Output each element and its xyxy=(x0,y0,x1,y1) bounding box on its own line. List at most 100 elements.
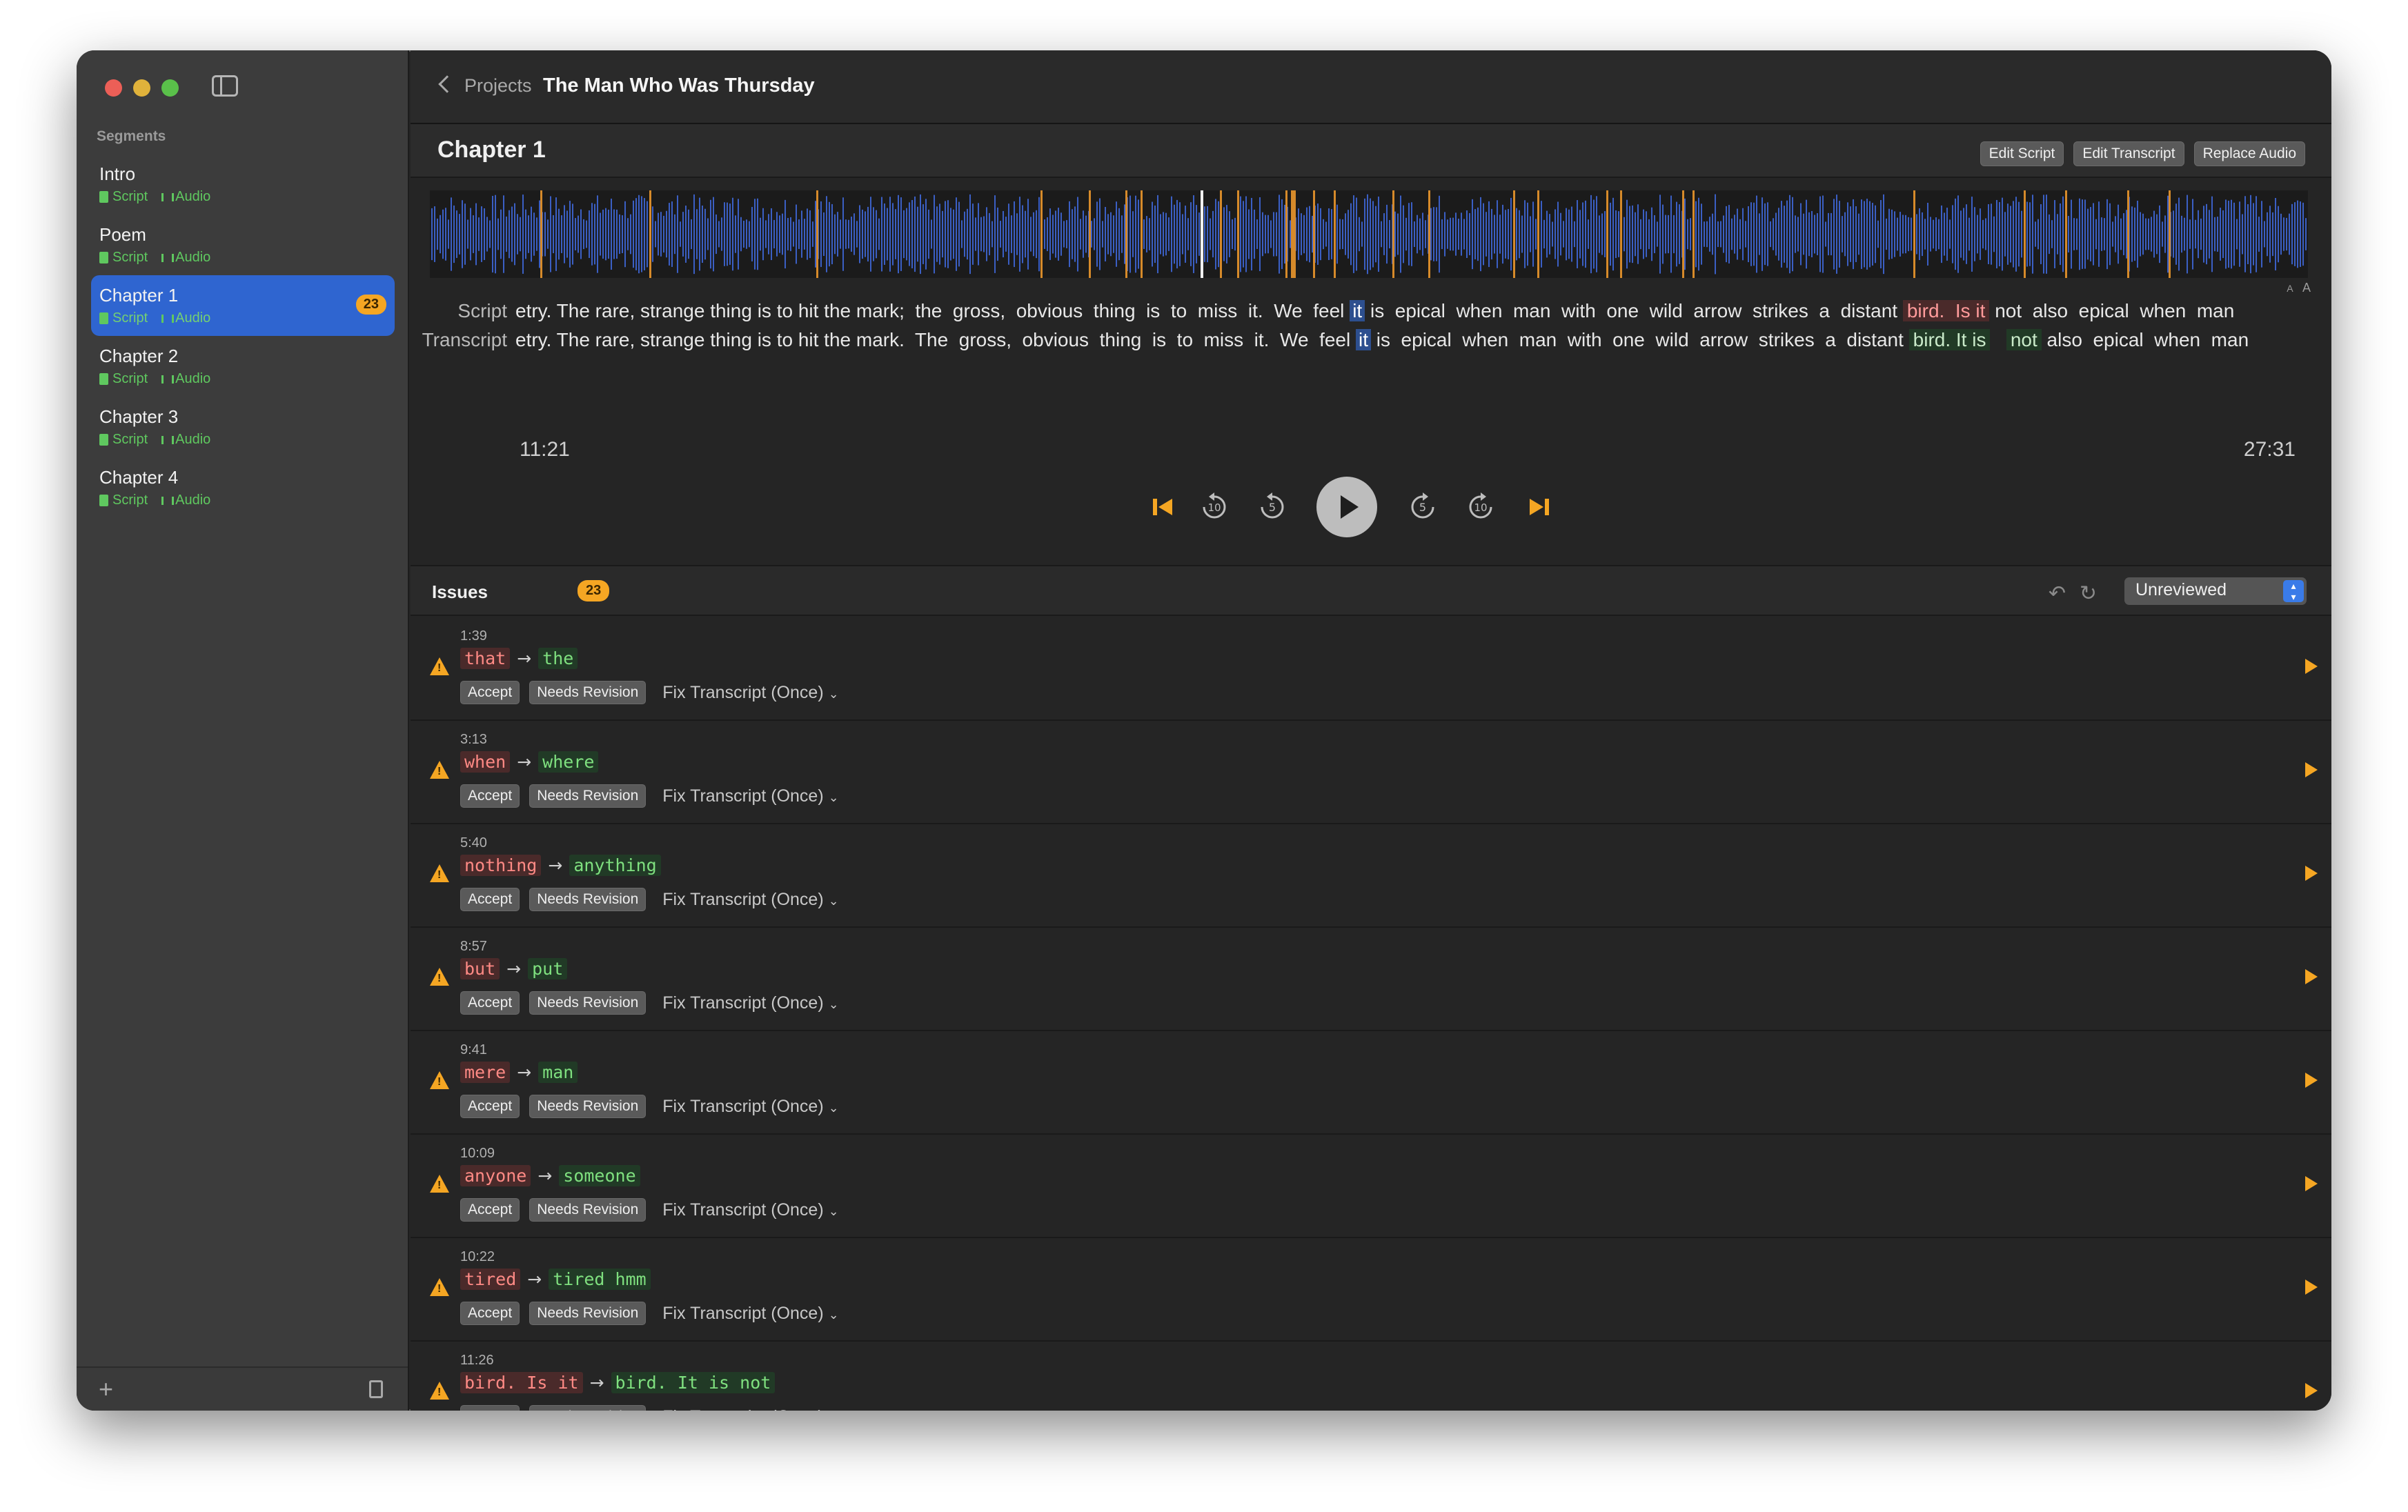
script-diff[interactable]: bird. Is it xyxy=(1902,300,1990,321)
document-icon[interactable] xyxy=(369,1380,383,1398)
replace-audio-button[interactable]: Replace Audio xyxy=(2193,141,2305,166)
transcript-diff[interactable]: bird. It is xyxy=(1908,329,1991,350)
accept-button[interactable]: Accept xyxy=(460,681,520,704)
issue-row[interactable]: 5:40 nothing → anything Accept Needs Rev… xyxy=(411,824,2331,928)
segment-item-intro[interactable]: Intro Script Audio xyxy=(91,154,395,215)
segment-item-chapter-3[interactable]: Chapter 3 Script Audio xyxy=(91,397,395,457)
rewind-5-icon[interactable]: 5 xyxy=(1255,490,1290,524)
script-icon xyxy=(99,191,108,203)
breadcrumb-projects[interactable]: Projects xyxy=(464,75,532,97)
play-issue-icon[interactable] xyxy=(2305,762,2318,777)
chevron-left-icon[interactable] xyxy=(438,75,456,93)
needs-revision-button[interactable]: Needs Revision xyxy=(529,991,647,1015)
forward-10-label: 10 xyxy=(1474,501,1487,514)
arrow-right-icon: → xyxy=(517,752,532,772)
fix-transcript-menu[interactable]: Fix Transcript (Once) ⌄ xyxy=(662,890,838,910)
fix-transcript-menu[interactable]: Fix Transcript (Once) ⌄ xyxy=(662,993,838,1013)
play-issue-icon[interactable] xyxy=(2305,969,2318,984)
sidebar-toggle-icon[interactable] xyxy=(212,75,238,97)
zoom-window-button[interactable] xyxy=(161,79,179,97)
transcript-diff-2[interactable]: not xyxy=(2006,329,2042,350)
forward-10-icon[interactable]: 10 xyxy=(1463,490,1498,524)
issue-row[interactable]: 8:57 but → put Accept Needs Revision Fix… xyxy=(411,928,2331,1031)
issue-time: 8:57 xyxy=(460,939,487,954)
accept-button[interactable]: Accept xyxy=(460,784,520,808)
needs-revision-button[interactable]: Needs Revision xyxy=(529,888,647,911)
accept-button[interactable]: Accept xyxy=(460,991,520,1015)
forward-5-icon[interactable]: 5 xyxy=(1405,490,1440,524)
fix-transcript-menu[interactable]: Fix Transcript (Once) ⌄ xyxy=(662,1304,838,1324)
issues-title: Issues xyxy=(432,581,488,602)
script-tag: Script xyxy=(112,432,148,447)
arrow-right-icon: → xyxy=(506,959,522,979)
edit-transcript-button[interactable]: Edit Transcript xyxy=(2073,141,2184,166)
plus-icon[interactable]: + xyxy=(99,1375,113,1404)
accept-button[interactable]: Accept xyxy=(460,888,520,911)
minimize-window-button[interactable] xyxy=(133,79,150,97)
rewind-10-icon[interactable]: 10 xyxy=(1197,490,1232,524)
issue-actions: Accept Needs Revision Fix Transcript (On… xyxy=(460,1405,839,1411)
undo-icon[interactable]: ↶ xyxy=(2049,581,2066,606)
edit-script-button[interactable]: Edit Script xyxy=(1980,141,2064,166)
text-size-small-button[interactable]: A xyxy=(2287,283,2293,294)
play-issue-icon[interactable] xyxy=(2305,866,2318,881)
issue-from-text: bird. Is it xyxy=(460,1372,583,1393)
fix-transcript-menu[interactable]: Fix Transcript (Once) ⌄ xyxy=(662,786,838,806)
chevron-down-icon: ⌄ xyxy=(828,997,839,1011)
audio-tag: Audio xyxy=(175,493,211,508)
issue-row[interactable]: 3:13 when → where Accept Needs Revision … xyxy=(411,721,2331,824)
audio-waveform[interactable] xyxy=(430,190,2308,278)
issue-to-text: man xyxy=(538,1062,578,1083)
segment-item-poem[interactable]: Poem Script Audio xyxy=(91,215,395,275)
accept-button[interactable]: Accept xyxy=(460,1405,520,1411)
fix-transcript-menu[interactable]: Fix Transcript (Once) ⌄ xyxy=(662,1200,838,1220)
fix-transcript-menu[interactable]: Fix Transcript (Once) ⌄ xyxy=(662,683,838,703)
issue-time: 5:40 xyxy=(460,835,487,850)
issue-row[interactable]: 9:41 mere → man Accept Needs Revision Fi… xyxy=(411,1031,2331,1135)
skip-to-start-icon[interactable] xyxy=(1149,493,1176,521)
issue-row[interactable]: 10:22 tired → tired hmm Accept Needs Rev… xyxy=(411,1238,2331,1342)
segment-item-chapter-4[interactable]: Chapter 4 Script Audio xyxy=(91,457,395,518)
accept-button[interactable]: Accept xyxy=(460,1302,520,1325)
segment-name: Poem xyxy=(99,224,146,245)
needs-revision-button[interactable]: Needs Revision xyxy=(529,681,647,704)
fix-transcript-label: Fix Transcript (Once) xyxy=(662,682,824,702)
issue-time: 10:22 xyxy=(460,1249,495,1264)
segment-item-chapter-1[interactable]: Chapter 1 Script Audio 23 xyxy=(91,275,395,336)
play-button[interactable] xyxy=(1314,475,1379,539)
play-issue-icon[interactable] xyxy=(2305,1073,2318,1088)
script-label: Script xyxy=(457,300,507,321)
needs-revision-button[interactable]: Needs Revision xyxy=(529,1302,647,1325)
play-issue-icon[interactable] xyxy=(2305,1280,2318,1295)
issue-change: bird. Is it → bird. It is not xyxy=(460,1372,776,1393)
issue-actions: Accept Needs Revision Fix Transcript (On… xyxy=(460,1095,839,1118)
skip-to-end-icon[interactable] xyxy=(1526,493,1553,521)
play-issue-icon[interactable] xyxy=(2305,659,2318,674)
needs-revision-button[interactable]: Needs Revision xyxy=(529,784,647,808)
accept-button[interactable]: Accept xyxy=(460,1095,520,1118)
issue-filter-value: Unreviewed xyxy=(2135,580,2227,599)
accept-button[interactable]: Accept xyxy=(460,1198,520,1222)
needs-revision-button[interactable]: Needs Revision xyxy=(529,1405,647,1411)
needs-revision-button[interactable]: Needs Revision xyxy=(529,1198,647,1222)
text-size-large-button[interactable]: A xyxy=(2302,281,2311,295)
issue-row[interactable]: 1:39 that → the Accept Needs Revision Fi… xyxy=(411,617,2331,721)
needs-revision-button[interactable]: Needs Revision xyxy=(529,1095,647,1118)
issue-row[interactable]: 10:09 anyone → someone Accept Needs Revi… xyxy=(411,1135,2331,1238)
script-tag: Script xyxy=(112,371,148,386)
warning-icon xyxy=(430,1071,449,1089)
script-text-pre: etry. The rare, strange thing is to hit … xyxy=(515,300,1350,321)
fix-transcript-menu[interactable]: Fix Transcript (Once) ⌄ xyxy=(662,1407,838,1411)
segment-name: Intro xyxy=(99,163,136,184)
play-issue-icon[interactable] xyxy=(2305,1383,2318,1398)
play-issue-icon[interactable] xyxy=(2305,1176,2318,1191)
fix-transcript-menu[interactable]: Fix Transcript (Once) ⌄ xyxy=(662,1097,838,1117)
issue-filter-select[interactable]: Unreviewed ▴ ▾ xyxy=(2124,577,2307,605)
issue-actions: Accept Needs Revision Fix Transcript (On… xyxy=(460,991,839,1015)
segment-item-chapter-2[interactable]: Chapter 2 Script Audio xyxy=(91,336,395,397)
transcript-gap xyxy=(1990,329,2006,350)
redo-icon[interactable]: ↻ xyxy=(2080,581,2097,606)
issue-row[interactable]: 11:26 bird. Is it → bird. It is not Acce… xyxy=(411,1342,2331,1411)
script-icon xyxy=(99,495,108,506)
close-window-button[interactable] xyxy=(105,79,122,97)
